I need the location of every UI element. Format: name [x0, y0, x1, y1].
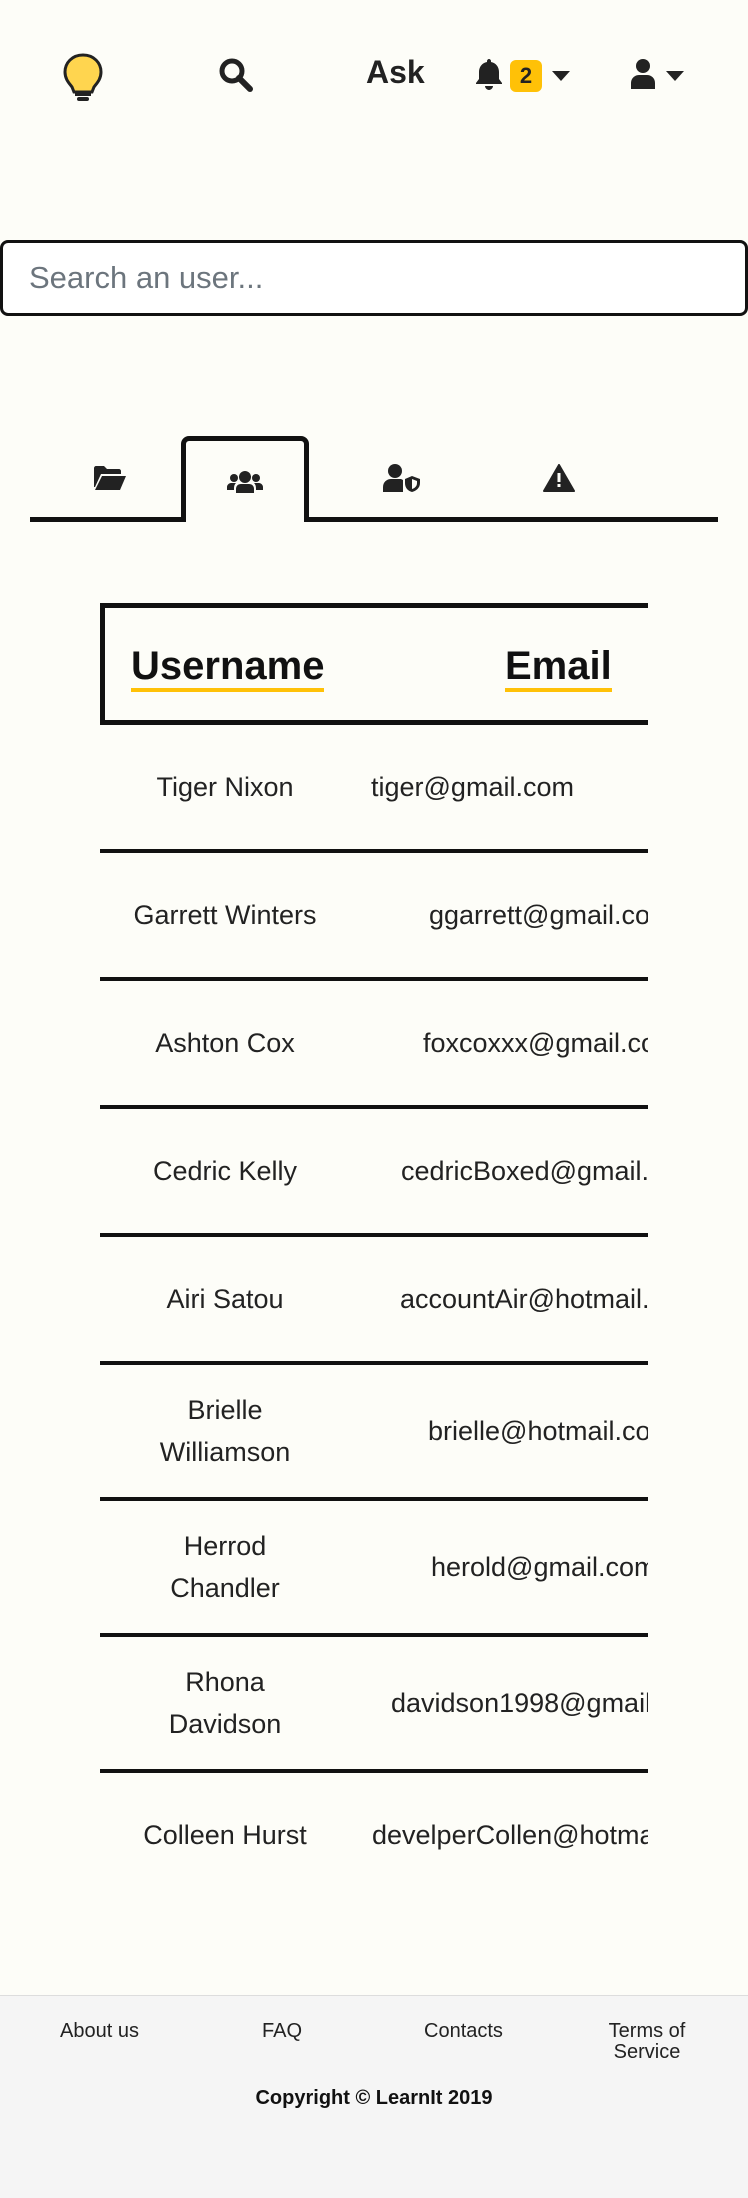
users-table: Username Email Tiger Nixon tiger@gmail.c…	[100, 603, 648, 1863]
table-row[interactable]: Garrett Winters ggarrett@gmail.com	[100, 853, 648, 981]
copyright-text: Copyright © LearnIt 2019	[255, 2087, 493, 2109]
notification-badge: 2	[510, 60, 542, 92]
table-row[interactable]: Colleen Hurst develperCollen@hotmail.com	[100, 1773, 648, 1863]
username-cell: Herrod Chandler	[170, 1531, 280, 1603]
username-cell: Ashton Cox	[155, 1028, 295, 1058]
username-cell: Airi Satou	[166, 1284, 284, 1314]
table-row[interactable]: Brielle Williamson brielle@hotmail.com	[100, 1365, 648, 1501]
email-cell: tiger@gmail.com	[371, 772, 574, 802]
admin-tabs	[30, 436, 718, 522]
email-cell: davidson1998@gmail.com	[391, 1688, 648, 1718]
table-row[interactable]: Tiger Nixon tiger@gmail.com	[100, 725, 648, 853]
email-cell: herold@gmail.com	[431, 1552, 648, 1582]
table-row[interactable]: Airi Satou accountAir@hotmail.com	[100, 1237, 648, 1365]
warning-icon	[543, 464, 575, 492]
email-cell: foxcoxxx@gmail.com	[423, 1028, 648, 1058]
tab-moderators[interactable]	[338, 436, 466, 520]
username-cell: Brielle Williamson	[159, 1395, 291, 1467]
footer-link-contacts[interactable]: Contacts	[424, 2021, 503, 2042]
notifications-dropdown[interactable]: 2	[474, 56, 570, 96]
user-search-input[interactable]	[0, 240, 748, 316]
user-shield-icon	[383, 463, 421, 493]
username-cell: Garrett Winters	[133, 900, 317, 930]
tab-users[interactable]	[181, 436, 309, 522]
tab-reports[interactable]	[495, 436, 623, 520]
username-cell: Tiger Nixon	[156, 772, 294, 802]
username-cell: Colleen Hurst	[143, 1820, 307, 1850]
chevron-down-icon	[552, 71, 570, 81]
column-header-username[interactable]: Username	[131, 644, 325, 692]
footer-link-terms[interactable]: Terms of Service	[606, 2021, 688, 2063]
email-cell: accountAir@hotmail.com	[400, 1284, 648, 1314]
email-cell: cedricBoxed@gmail.com	[401, 1156, 648, 1186]
chevron-down-icon	[666, 71, 684, 81]
username-cell: Rhona Davidson	[168, 1667, 282, 1739]
ask-link[interactable]: Ask	[366, 54, 425, 91]
search-icon[interactable]	[218, 56, 256, 94]
bell-icon	[474, 57, 504, 96]
footer-link-about[interactable]: About us	[60, 2021, 139, 2042]
tab-files[interactable]	[46, 436, 174, 520]
table-row[interactable]: Cedric Kelly cedricBoxed@gmail.com	[100, 1109, 648, 1237]
column-header-email[interactable]: Email	[505, 644, 612, 692]
user-icon	[630, 58, 656, 95]
users-icon	[227, 470, 263, 494]
email-cell: ggarrett@gmail.com	[429, 900, 648, 930]
table-row[interactable]: Ashton Cox foxcoxxx@gmail.com	[100, 981, 648, 1109]
email-cell: develperCollen@hotmail.com	[372, 1820, 648, 1850]
table-row[interactable]: Rhona Davidson davidson1998@gmail.com	[100, 1637, 648, 1773]
lightbulb-icon[interactable]	[62, 52, 104, 102]
username-cell: Cedric Kelly	[152, 1156, 298, 1186]
table-header: Username Email	[100, 603, 648, 725]
user-menu-dropdown[interactable]	[630, 58, 684, 94]
navbar: Ask 2	[0, 0, 748, 150]
table-row[interactable]: Herrod Chandler herold@gmail.com	[100, 1501, 648, 1637]
folder-open-icon	[93, 465, 127, 491]
email-cell: brielle@hotmail.com	[428, 1416, 648, 1446]
footer: About us FAQ Contacts Terms of Service C…	[0, 1995, 748, 2198]
footer-link-faq[interactable]: FAQ	[262, 2021, 302, 2042]
